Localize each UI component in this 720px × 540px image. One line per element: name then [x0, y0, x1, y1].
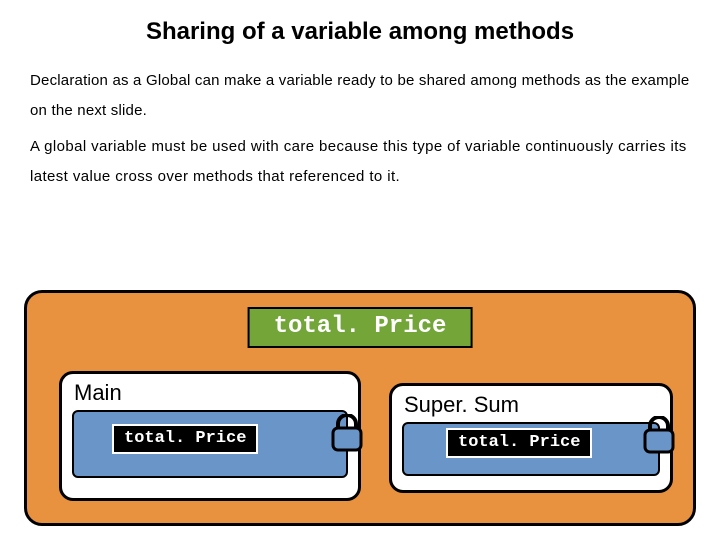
- method-body-supersum: total. Price: [402, 422, 660, 476]
- slide-title: Sharing of a variable among methods: [30, 18, 690, 46]
- lock-icon: [642, 416, 676, 456]
- variable-chip-main: total. Price: [112, 424, 258, 454]
- global-variable-chip: total. Price: [248, 307, 473, 348]
- method-box-main: Main total. Price: [59, 371, 361, 501]
- variable-chip-supersum: total. Price: [446, 428, 592, 458]
- method-body-main: total. Price: [72, 410, 348, 478]
- paragraph-2: A global variable must be used with care…: [30, 132, 690, 192]
- method-label-supersum: Super. Sum: [404, 392, 660, 418]
- method-box-supersum: Super. Sum total. Price: [389, 383, 673, 493]
- lock-icon: [330, 414, 364, 454]
- paragraph-1: Declaration as a Global can make a varia…: [30, 66, 690, 126]
- global-scope-box: total. Price Main total. Price Super. Su…: [24, 290, 696, 526]
- diagram: total. Price Main total. Price Super. Su…: [24, 290, 696, 526]
- method-label-main: Main: [74, 380, 348, 406]
